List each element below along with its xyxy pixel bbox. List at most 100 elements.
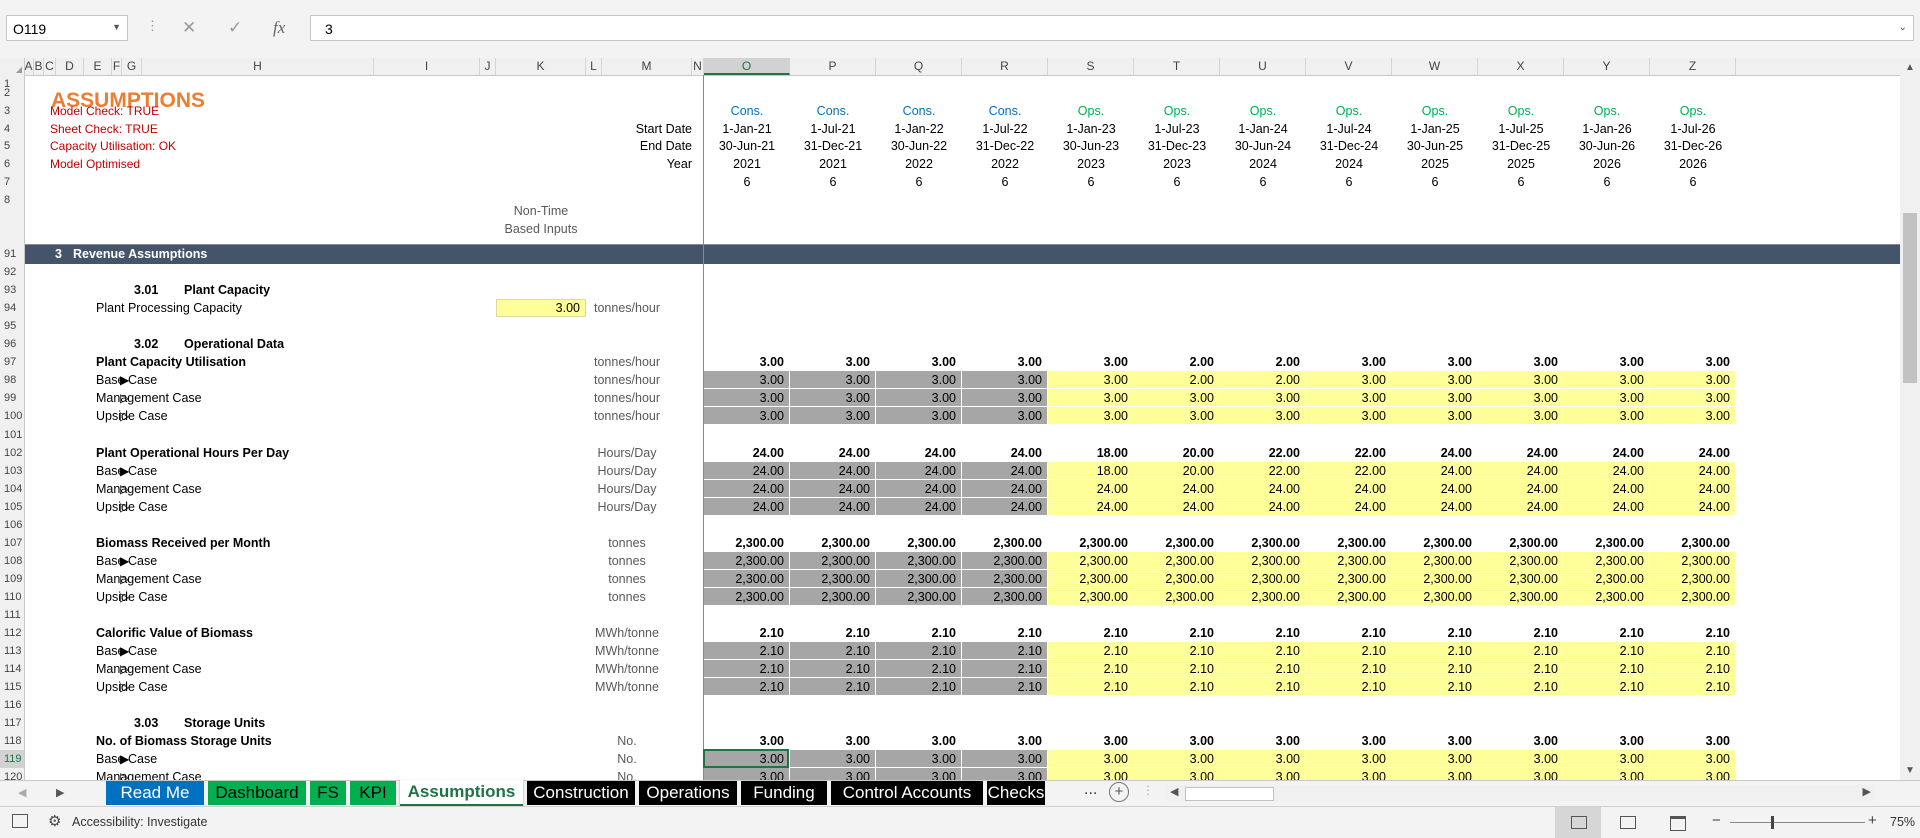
row-header-100[interactable]: 100 bbox=[0, 407, 24, 425]
row-header-4[interactable]: 4 bbox=[0, 120, 24, 138]
row-header-114[interactable]: 114 bbox=[0, 660, 24, 678]
column-header-w[interactable]: W bbox=[1392, 58, 1478, 75]
expand-formula-icon[interactable]: ⌄ bbox=[1899, 22, 1907, 33]
row-header-111[interactable]: 111 bbox=[0, 606, 24, 624]
horizontal-scroll-thumb[interactable] bbox=[1185, 787, 1274, 801]
row-header-106[interactable]: 106 bbox=[0, 516, 24, 534]
row-header-97[interactable]: 97 bbox=[0, 353, 24, 371]
accessibility-status[interactable]: Accessibility: Investigate bbox=[72, 815, 207, 829]
page-layout-view-icon[interactable] bbox=[1620, 816, 1636, 829]
column-header-g[interactable]: G bbox=[122, 58, 142, 75]
tab-read-me[interactable]: Read Me bbox=[106, 781, 204, 805]
column-header-v[interactable]: V bbox=[1306, 58, 1392, 75]
row-header-99[interactable]: 99 bbox=[0, 389, 24, 407]
row-header-113[interactable]: 113 bbox=[0, 642, 24, 660]
row-header-7[interactable]: 7 bbox=[0, 173, 24, 191]
row-header-2[interactable]: 2 bbox=[0, 84, 24, 102]
worksheet-grid[interactable]: ASSUMPTIONS Model Check: TRUE Sheet Check:… bbox=[25, 75, 1900, 780]
scroll-left-icon[interactable]: ◀ bbox=[1170, 785, 1178, 798]
zoom-out-button[interactable]: − bbox=[1712, 812, 1721, 829]
row-header-94[interactable]: 94 bbox=[0, 299, 24, 317]
scroll-right-icon[interactable]: ▶ bbox=[1863, 785, 1871, 798]
tab-assumptions[interactable]: Assumptions bbox=[400, 780, 523, 806]
column-header-y[interactable]: Y bbox=[1564, 58, 1650, 75]
scroll-up-icon[interactable]: ▲ bbox=[1905, 62, 1915, 73]
tab-fs[interactable]: FS bbox=[310, 781, 346, 805]
column-header-a[interactable]: A bbox=[24, 58, 34, 75]
column-header-r[interactable]: R bbox=[962, 58, 1048, 75]
row-header-118[interactable]: 118 bbox=[0, 732, 24, 750]
column-header-t[interactable]: T bbox=[1134, 58, 1220, 75]
tab-control-accounts[interactable]: Control Accounts bbox=[831, 781, 983, 805]
row-header-107[interactable]: 107 bbox=[0, 534, 24, 552]
column-header-m[interactable]: M bbox=[602, 58, 692, 75]
column-header-b[interactable]: B bbox=[34, 58, 44, 75]
formula-input[interactable]: 3 ⌄ bbox=[310, 15, 1914, 41]
select-all-corner[interactable]: ◢ bbox=[0, 58, 25, 75]
column-header-u[interactable]: U bbox=[1220, 58, 1306, 75]
cancel-icon[interactable]: ✕ bbox=[182, 18, 196, 38]
row-header-93[interactable]: 93 bbox=[0, 281, 24, 299]
vertical-scrollbar[interactable]: ▲ ▼ bbox=[1900, 58, 1920, 780]
row-header-96[interactable]: 96 bbox=[0, 335, 24, 353]
column-header-j[interactable]: J bbox=[480, 58, 496, 75]
row-header-98[interactable]: 98 bbox=[0, 371, 24, 389]
insert-function-icon[interactable]: fx bbox=[273, 18, 285, 38]
zoom-level[interactable]: 75% bbox=[1890, 815, 1915, 829]
tab-kpi[interactable]: KPI bbox=[350, 781, 396, 805]
add-sheet-icon[interactable]: + bbox=[1109, 782, 1129, 802]
column-header-s[interactable]: S bbox=[1048, 58, 1134, 75]
column-header-c[interactable]: C bbox=[44, 58, 56, 75]
row-header-115[interactable]: 115 bbox=[0, 678, 24, 696]
row-header-101[interactable]: 101 bbox=[0, 426, 24, 444]
column-header-n[interactable]: N bbox=[692, 58, 704, 75]
row-header-95[interactable]: 95 bbox=[0, 317, 24, 335]
row-header-91[interactable]: 91 bbox=[0, 245, 24, 263]
row-header-6[interactable]: 6 bbox=[0, 155, 24, 173]
row-header-92[interactable]: 92 bbox=[0, 263, 24, 281]
row-header-8[interactable]: 8 bbox=[0, 191, 24, 209]
row-header-5[interactable]: 5 bbox=[0, 137, 24, 155]
column-header-p[interactable]: P bbox=[790, 58, 876, 75]
scroll-tabs-right-icon[interactable]: ▶ bbox=[56, 786, 64, 799]
tab-split-icon[interactable]: ⋮ bbox=[1142, 783, 1154, 797]
row-header-108[interactable]: 108 bbox=[0, 552, 24, 570]
zoom-slider-thumb[interactable] bbox=[1771, 816, 1774, 829]
chevron-down-icon[interactable]: ▼ bbox=[112, 22, 121, 32]
tab-operations[interactable]: Operations bbox=[639, 781, 737, 805]
row-header-112[interactable]: 112 bbox=[0, 624, 24, 642]
column-header-i[interactable]: I bbox=[374, 58, 480, 75]
column-header-z[interactable]: Z bbox=[1650, 58, 1736, 75]
column-header-k[interactable]: K bbox=[496, 58, 586, 75]
row-header-109[interactable]: 109 bbox=[0, 570, 24, 588]
selected-cell[interactable] bbox=[703, 749, 789, 769]
horizontal-scrollbar[interactable]: ◀ ▶ bbox=[1165, 785, 1875, 801]
row-header-3[interactable]: 3 bbox=[0, 102, 24, 120]
tab-dashboard[interactable]: Dashboard bbox=[208, 781, 306, 805]
column-header-d[interactable]: D bbox=[56, 58, 84, 75]
column-header-o[interactable]: O bbox=[704, 58, 790, 75]
column-header-f[interactable]: F bbox=[112, 58, 122, 75]
row-header-117[interactable]: 117 bbox=[0, 714, 24, 732]
tab-construction[interactable]: Construction bbox=[527, 781, 635, 805]
column-header-q[interactable]: Q bbox=[876, 58, 962, 75]
column-header-e[interactable]: E bbox=[84, 58, 112, 75]
more-tabs-ellipsis[interactable]: ... bbox=[1084, 781, 1097, 799]
scroll-down-icon[interactable]: ▼ bbox=[1905, 765, 1915, 776]
tab-funding[interactable]: Funding bbox=[741, 781, 827, 805]
row-header-104[interactable]: 104 bbox=[0, 480, 24, 498]
vertical-scroll-thumb[interactable] bbox=[1903, 213, 1917, 383]
row-header-119[interactable]: 119 bbox=[0, 750, 24, 769]
normal-view-button[interactable] bbox=[1555, 807, 1601, 838]
page-break-view-icon[interactable] bbox=[1670, 816, 1686, 831]
row-header-116[interactable]: 116 bbox=[0, 696, 24, 714]
scroll-tabs-left-icon[interactable]: ◀ bbox=[18, 786, 26, 799]
column-header-l[interactable]: L bbox=[586, 58, 602, 75]
row-header-103[interactable]: 103 bbox=[0, 462, 24, 480]
enter-check-icon[interactable]: ✓ bbox=[228, 18, 242, 38]
column-header-h[interactable]: H bbox=[142, 58, 374, 75]
row-header-102[interactable]: 102 bbox=[0, 444, 24, 462]
row-header-110[interactable]: 110 bbox=[0, 588, 24, 606]
zoom-slider[interactable] bbox=[1730, 822, 1865, 823]
zoom-in-button[interactable]: + bbox=[1868, 812, 1877, 829]
